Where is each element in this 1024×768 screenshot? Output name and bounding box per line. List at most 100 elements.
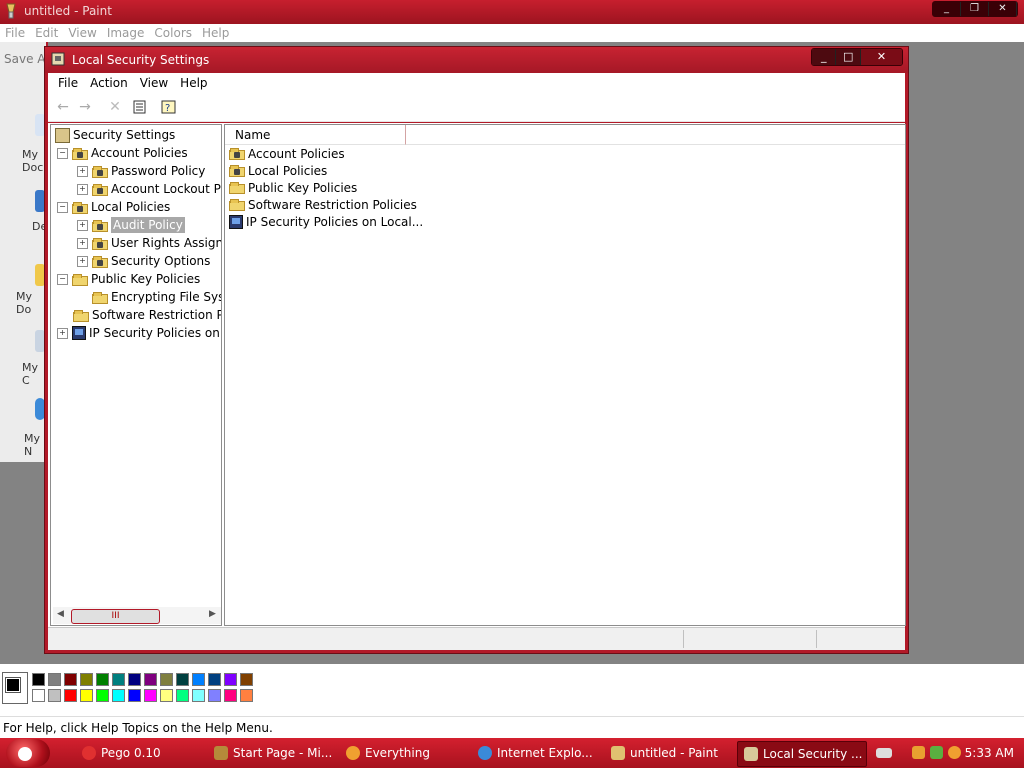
taskbar-button-paint[interactable]: untitled - Paint xyxy=(605,741,718,765)
tree-item-software-restriction-policies[interactable]: Software Restriction Pol xyxy=(73,306,221,324)
list-item-local-policies[interactable]: Local Policies xyxy=(229,162,327,179)
palette-swatch[interactable] xyxy=(208,689,221,702)
collapse-icon[interactable]: − xyxy=(57,201,68,213)
lss-menu-view[interactable]: View xyxy=(134,73,174,93)
palette-swatch[interactable] xyxy=(240,673,253,686)
lss-menu-action[interactable]: Action xyxy=(84,73,134,93)
palette-swatch[interactable] xyxy=(80,673,93,686)
list-item-software-restriction-policies[interactable]: Software Restriction Policies xyxy=(229,196,417,213)
list-item-account-policies[interactable]: Account Policies xyxy=(229,145,345,162)
tree-item-ip-security-policies[interactable]: + IP Security Policies on L xyxy=(57,324,221,342)
palette-swatch[interactable] xyxy=(160,673,173,686)
paint-menu-colors[interactable]: Colors xyxy=(149,24,197,42)
delete-icon[interactable]: ✕ xyxy=(106,98,124,116)
palette-swatch[interactable] xyxy=(112,673,125,686)
search-tray-icon[interactable] xyxy=(948,746,961,759)
expand-icon[interactable]: + xyxy=(57,327,68,339)
palette-swatch[interactable] xyxy=(176,673,189,686)
forward-arrow-icon[interactable]: → xyxy=(76,98,94,116)
palette-swatch[interactable] xyxy=(208,673,221,686)
tree-item-local-policies[interactable]: − Local Policies xyxy=(57,198,170,216)
palette-swatch[interactable] xyxy=(64,689,77,702)
tree-item-encrypting-file-system[interactable]: Encrypting File Syste xyxy=(92,288,221,306)
scroll-right-arrow-icon[interactable]: ▶ xyxy=(209,609,216,619)
expand-icon[interactable]: + xyxy=(77,183,88,195)
keyboard-icon[interactable] xyxy=(876,748,892,758)
tray-app-icon[interactable] xyxy=(912,746,925,759)
collapse-icon[interactable]: − xyxy=(57,147,68,159)
desktop-item-my-do[interactable]: My Do xyxy=(16,290,46,316)
expand-icon[interactable]: + xyxy=(77,165,88,177)
paint-menu-view[interactable]: View xyxy=(63,24,101,42)
paint-minimize-button[interactable]: _ xyxy=(933,2,961,16)
palette-swatch[interactable] xyxy=(64,673,77,686)
desktop-item-my-computer[interactable]: My C xyxy=(22,361,46,387)
palette-swatch[interactable] xyxy=(144,689,157,702)
palette-swatch[interactable] xyxy=(224,673,237,686)
palette-swatch[interactable] xyxy=(48,689,61,702)
tree-item-audit-policy[interactable]: + Audit Policy xyxy=(77,216,185,234)
lss-menu-file[interactable]: File xyxy=(52,73,84,93)
paint-menu-file[interactable]: File xyxy=(0,24,30,42)
palette-swatch[interactable] xyxy=(224,689,237,702)
expand-icon[interactable]: + xyxy=(77,219,88,231)
palette-swatch[interactable] xyxy=(192,673,205,686)
paint-menu-help[interactable]: Help xyxy=(197,24,234,42)
list-item-public-key-policies[interactable]: Public Key Policies xyxy=(229,179,357,196)
palette-swatch[interactable] xyxy=(240,689,253,702)
palette-swatch[interactable] xyxy=(96,673,109,686)
palette-swatch[interactable] xyxy=(144,673,157,686)
palette-swatch[interactable] xyxy=(128,689,141,702)
back-arrow-icon[interactable]: ← xyxy=(54,98,72,116)
taskbar-button-pego[interactable]: Pego 0.10 xyxy=(76,741,161,765)
lss-title-bar[interactable]: Local Security Settings _ □ ✕ xyxy=(45,47,908,73)
tree-horizontal-scrollbar[interactable]: ◀ III ▶ xyxy=(53,607,221,624)
palette-swatch[interactable] xyxy=(176,689,189,702)
palette-swatch[interactable] xyxy=(192,689,205,702)
palette-swatch[interactable] xyxy=(96,689,109,702)
tree-item-user-rights-assignment[interactable]: + User Rights Assignm xyxy=(77,234,221,252)
taskbar-button-internet-explorer[interactable]: Internet Explo... xyxy=(472,741,593,765)
lss-maximize-button[interactable]: □ xyxy=(835,49,860,65)
taskbar-button-local-security[interactable]: Local Security ... xyxy=(737,741,867,767)
column-header-name[interactable]: Name xyxy=(225,125,406,145)
tree-item-public-key-policies[interactable]: − Public Key Policies xyxy=(57,270,200,288)
lss-close-button[interactable]: ✕ xyxy=(859,49,902,65)
tree-item-account-lockout-policy[interactable]: + Account Lockout Pc xyxy=(77,180,221,198)
network-tray-icon[interactable] xyxy=(930,746,943,759)
list-item-ip-security-policies[interactable]: IP Security Policies on Local... xyxy=(229,213,423,230)
paint-close-button[interactable]: ✕ xyxy=(989,2,1017,16)
paint-menu-image[interactable]: Image xyxy=(102,24,150,42)
lss-menu-help[interactable]: Help xyxy=(174,73,213,93)
palette-swatch[interactable] xyxy=(160,689,173,702)
taskbar-button-label: Start Page - Mi... xyxy=(233,746,333,760)
tree-item-account-policies[interactable]: − Account Policies xyxy=(57,144,188,162)
taskbar-button-start-page[interactable]: Start Page - Mi... xyxy=(208,741,332,765)
desktop-item-my-network[interactable]: My N xyxy=(24,432,46,458)
palette-swatch[interactable] xyxy=(112,689,125,702)
clock[interactable]: 5:33 AM xyxy=(965,746,1014,760)
tree-item-security-options[interactable]: + Security Options xyxy=(77,252,210,270)
foreground-color-swatch[interactable] xyxy=(5,677,21,693)
palette-swatch[interactable] xyxy=(128,673,141,686)
palette-swatch[interactable] xyxy=(80,689,93,702)
collapse-icon[interactable]: − xyxy=(57,273,68,285)
scrollbar-thumb[interactable]: III xyxy=(71,609,160,624)
tree-item-password-policy[interactable]: + Password Policy xyxy=(77,162,205,180)
palette-swatch[interactable] xyxy=(48,673,61,686)
expand-icon[interactable]: + xyxy=(77,255,88,267)
paint-maximize-button[interactable]: ❐ xyxy=(961,2,989,16)
palette-swatch[interactable] xyxy=(32,689,45,702)
expand-icon[interactable]: + xyxy=(77,237,88,249)
paint-menu-edit[interactable]: Edit xyxy=(30,24,63,42)
lss-minimize-button[interactable]: _ xyxy=(812,49,836,65)
properties-icon[interactable] xyxy=(131,98,149,116)
desktop-item-my-documents[interactable]: My Doc xyxy=(22,148,46,174)
start-orb-icon[interactable] xyxy=(18,747,32,761)
scroll-left-arrow-icon[interactable]: ◀ xyxy=(57,609,64,619)
palette-swatch[interactable] xyxy=(32,673,45,686)
help-icon[interactable]: ? xyxy=(160,98,178,116)
paint-title-bar[interactable]: untitled - Paint _ ❐ ✕ xyxy=(0,0,1024,24)
taskbar-button-everything[interactable]: Everything xyxy=(340,741,430,765)
tree-item-security-settings[interactable]: Security Settings xyxy=(55,126,175,144)
